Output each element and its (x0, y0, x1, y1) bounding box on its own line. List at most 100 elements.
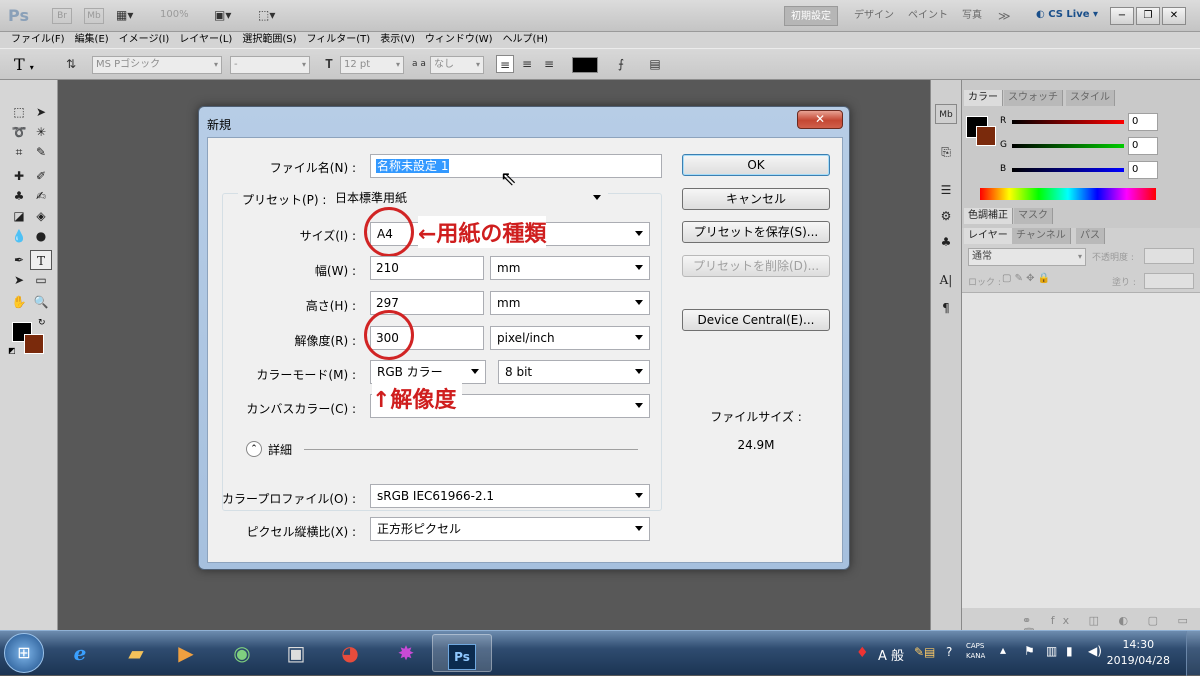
path-selection-tool-icon[interactable]: ➤ (8, 270, 30, 290)
ime-indicator[interactable]: A 般 (878, 645, 904, 664)
green-value[interactable]: 0 (1128, 137, 1158, 155)
character-icon[interactable]: A| (935, 270, 957, 290)
volume-icon[interactable]: ◀) (1088, 644, 1102, 658)
delete-preset-button[interactable]: プリセットを削除(D)... (682, 255, 830, 277)
network-app-icon[interactable]: ◉ (212, 634, 272, 672)
swap-colors-icon[interactable]: ↻ (38, 318, 46, 328)
bit-depth-select[interactable]: 8 bit (498, 360, 650, 384)
history-panel-icon[interactable]: ⎘ (935, 142, 957, 162)
view-extras-icon[interactable]: ▦▾ (116, 8, 144, 24)
paint-bucket-tool-icon[interactable]: ◈ (30, 206, 52, 226)
warp-text-icon[interactable]: ⨍ (612, 55, 630, 73)
ime-help-icon[interactable]: ? (946, 645, 952, 659)
pen-tool-icon[interactable]: ✒ (8, 250, 30, 270)
tab-masks[interactable]: マスク (1014, 208, 1053, 224)
blue-slider[interactable] (1012, 168, 1124, 172)
menu-file[interactable]: ファイル(F) (6, 32, 70, 48)
ok-button[interactable]: OK (682, 154, 830, 176)
eyedropper-tool-icon[interactable]: ✎ (30, 142, 52, 162)
minimize-button[interactable]: − (1110, 7, 1134, 25)
tab-adjustments[interactable]: 色調補正 (964, 208, 1013, 224)
tab-styles[interactable]: スタイル (1066, 90, 1115, 106)
hand-tool-icon[interactable]: ✋ (8, 292, 30, 312)
blur-tool-icon[interactable]: 💧 (8, 226, 30, 246)
color-profile-select[interactable]: sRGB IEC61966-2.1 (370, 484, 650, 508)
workspace-design[interactable]: デザイン (848, 6, 900, 26)
red-value[interactable]: 0 (1128, 113, 1158, 131)
layer-comps-icon[interactable]: ☰ (935, 180, 957, 200)
width-field[interactable]: 210 (370, 256, 484, 280)
resolution-unit-select[interactable]: pixel/inch (490, 326, 650, 350)
tab-swatches[interactable]: スウォッチ (1004, 90, 1063, 106)
shape-tool-icon[interactable]: ▭ (30, 270, 52, 290)
clone-source-icon[interactable]: ♣ (935, 232, 957, 252)
menu-window[interactable]: ウィンドウ(W) (420, 32, 498, 48)
chrome-icon[interactable]: ◕ (320, 634, 380, 672)
tool-preset-picker[interactable]: T ▾ (14, 55, 34, 74)
network-icon[interactable]: ▥ (1046, 644, 1057, 658)
eraser-tool-icon[interactable]: ◪ (8, 206, 30, 226)
brush-tool-icon[interactable]: ✐ (30, 166, 52, 186)
zoom-level[interactable]: 100% (160, 9, 189, 20)
tool-presets-icon[interactable]: ⚙ (935, 206, 957, 226)
green-slider[interactable] (1012, 144, 1124, 148)
character-panel-icon[interactable]: ▤ (646, 55, 664, 73)
healing-brush-tool-icon[interactable]: ✚ (8, 166, 30, 186)
pixel-aspect-select[interactable]: 正方形ピクセル (370, 517, 650, 541)
move-tool-icon[interactable]: ➤ (30, 102, 52, 122)
tab-color[interactable]: カラー (964, 90, 1003, 106)
tray-expand-icon[interactable]: ▴ (1000, 643, 1006, 657)
opacity-field[interactable] (1144, 248, 1194, 264)
signal-icon[interactable]: ▮ (1066, 644, 1073, 658)
workspace-essentials[interactable]: 初期設定 (784, 6, 838, 26)
text-color-swatch[interactable] (572, 57, 598, 73)
lasso-tool-icon[interactable]: ➰ (8, 122, 30, 142)
ime-tools-icon[interactable]: ✎▤ (914, 645, 935, 659)
blend-mode-select[interactable]: 通常 ▾ (968, 248, 1086, 266)
bridge-icon[interactable]: Br (52, 8, 72, 24)
tab-layers[interactable]: レイヤー (964, 228, 1013, 244)
tab-channels[interactable]: チャンネル (1012, 228, 1071, 244)
color-mode-select[interactable]: RGB カラー (370, 360, 486, 384)
zoom-tool-icon[interactable]: 🔍 (30, 292, 52, 312)
width-unit-select[interactable]: mm (490, 256, 650, 280)
color-bg-swatch[interactable] (976, 126, 996, 146)
history-brush-tool-icon[interactable]: ✍ (30, 186, 52, 206)
paragraph-icon[interactable]: ¶ (935, 298, 957, 318)
menu-image[interactable]: イメージ(I) (114, 32, 175, 48)
background-color-swatch[interactable] (24, 334, 44, 354)
lock-icons[interactable]: ▢ ✎ ✥ 🔒 (1002, 273, 1050, 284)
type-tool-icon[interactable]: T (30, 250, 52, 270)
clone-stamp-tool-icon[interactable]: ♣ (8, 186, 30, 206)
menu-view[interactable]: 表示(V) (375, 32, 420, 48)
dialog-close-button[interactable]: ✕ (797, 110, 843, 129)
font-family-select[interactable]: MS Pゴシック ▾ (92, 56, 222, 74)
show-desktop-button[interactable] (1186, 631, 1200, 676)
device-central-button[interactable]: Device Central(E)... (682, 309, 830, 331)
antialias-select[interactable]: なし ▾ (430, 56, 484, 74)
align-center-icon[interactable]: ≡ (518, 55, 536, 73)
font-size-select[interactable]: 12 pt ▾ (340, 56, 404, 74)
crop-tool-icon[interactable]: ⌗ (8, 142, 30, 162)
workspace-photo[interactable]: 写真 (956, 6, 988, 26)
arrange-documents-icon[interactable]: ▣▾ (214, 8, 231, 22)
cancel-button[interactable]: キャンセル (682, 188, 830, 210)
save-preset-button[interactable]: プリセットを保存(S)... (682, 221, 830, 243)
internet-explorer-icon[interactable]: e (50, 634, 110, 672)
dodge-tool-icon[interactable]: ● (30, 226, 52, 246)
preset-select[interactable]: 日本標準用紙 (328, 186, 608, 210)
quick-select-tool-icon[interactable]: ✳ (30, 122, 52, 142)
align-right-icon[interactable]: ≡ (540, 55, 558, 73)
font-style-select[interactable]: - ▾ (230, 56, 310, 74)
align-left-icon[interactable]: ≡ (496, 55, 514, 73)
mini-bridge-panel-icon[interactable]: Mb (935, 104, 957, 124)
red-slider[interactable] (1012, 120, 1124, 124)
fill-field[interactable] (1144, 273, 1194, 289)
default-colors-icon[interactable]: ◩ (8, 346, 16, 355)
photoshop-taskbar-icon[interactable]: Ps (432, 634, 492, 672)
cs-live-menu[interactable]: ◐ CS Live ▾ (1036, 9, 1098, 20)
mini-bridge-icon[interactable]: Mb (84, 8, 104, 24)
more-workspaces-icon[interactable]: ≫ (992, 6, 1017, 26)
workspace-paint[interactable]: ペイント (902, 6, 954, 26)
text-orientation-icon[interactable]: ⇅ (62, 55, 80, 73)
